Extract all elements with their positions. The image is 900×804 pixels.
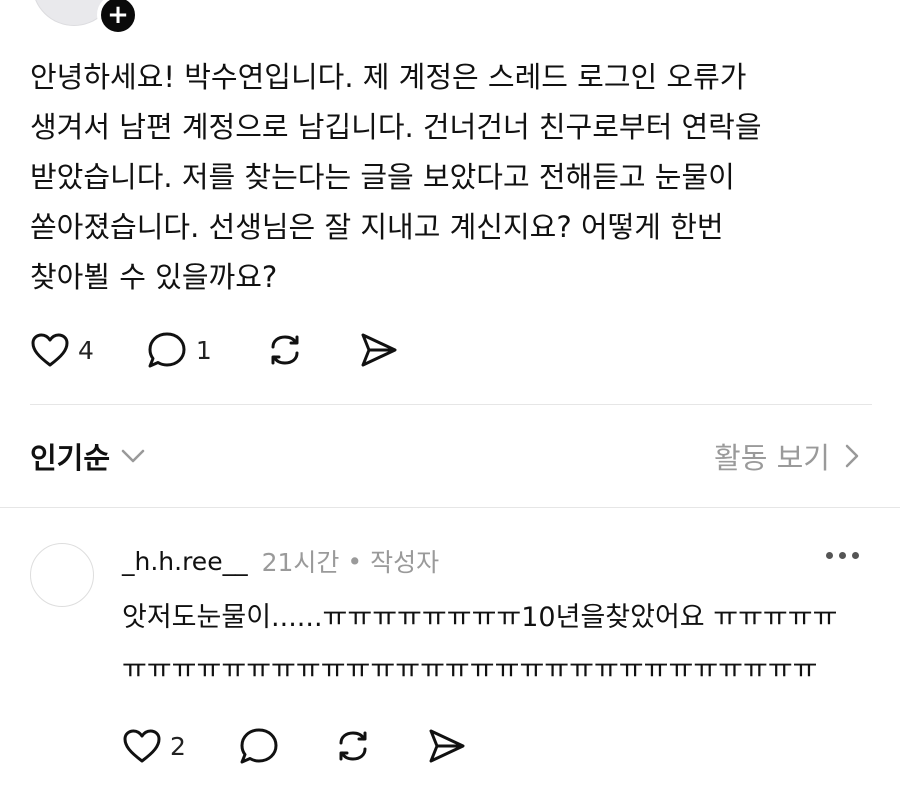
comment-like-button[interactable]: 2 [122, 728, 186, 764]
post-line: 안녕하세요! 박수연입니다. 제 계정은 스레드 로그인 오류가 [30, 60, 747, 94]
send-icon [429, 729, 465, 763]
repost-icon [271, 335, 299, 365]
divider [0, 507, 900, 508]
comment-actions: 2 [122, 726, 468, 766]
post-body: 안녕하세요! 박수연입니다. 제 계정은 스레드 로그인 오류가 생겨서 남편 … [30, 52, 860, 302]
comment-line: ㅠㅠㅠㅠㅠㅠㅠㅠㅠㅠㅠㅠㅠㅠㅠㅠㅠㅠㅠㅠㅠㅠㅠㅠㅠㅠㅠㅠ [122, 654, 818, 685]
like-count: 4 [78, 335, 94, 365]
comment-share-button[interactable] [426, 726, 468, 766]
author-badge: 작성자 [370, 548, 440, 577]
comment-body: 앗저도눈물이......ㅠㅠㅠㅠㅠㅠㅠㅠ10년을찾았어요 ㅠㅠㅠㅠㅠ ㅠㅠㅠㅠㅠ… [122, 592, 852, 696]
repost-icon [339, 731, 367, 761]
comment-username[interactable]: _h.h.ree__ [122, 547, 248, 576]
send-icon [361, 333, 397, 367]
heart-icon [123, 729, 161, 763]
speech-bubble-icon [240, 728, 278, 764]
like-button[interactable]: 4 [30, 332, 94, 368]
comment-avatar[interactable] [30, 543, 94, 607]
comment-like-count: 2 [170, 731, 186, 761]
repost-button[interactable] [264, 330, 306, 370]
separator-dot: • [347, 546, 363, 576]
follow-plus-icon[interactable]: + [97, 0, 139, 36]
sort-dropdown[interactable]: 인기순 [30, 435, 146, 477]
comment-repost-button[interactable] [332, 726, 374, 766]
speech-bubble-icon [148, 332, 186, 368]
post-actions: 4 1 [30, 330, 400, 370]
sort-row: 인기순 활동 보기 [30, 430, 860, 482]
post-line: 받았습니다. 저를 찾는다는 글을 보았다고 전해듣고 눈물이 [30, 160, 735, 194]
reply-button[interactable]: 1 [146, 330, 212, 370]
sort-label: 인기순 [30, 441, 111, 475]
more-options-icon[interactable] [826, 552, 859, 559]
share-button[interactable] [358, 330, 400, 370]
comment-line: 앗저도눈물이......ㅠㅠㅠㅠㅠㅠㅠㅠ10년을찾았어요 ㅠㅠㅠㅠㅠ [122, 602, 838, 633]
post-line: 쏟아졌습니다. 선생님은 잘 지내고 계신지요? 어떻게 한번 [30, 210, 724, 244]
chevron-right-icon [845, 444, 859, 468]
reply-count: 1 [195, 335, 212, 365]
heart-icon [31, 333, 69, 367]
view-activity-link[interactable]: 활동 보기 [714, 435, 860, 477]
view-activity-label: 활동 보기 [714, 441, 830, 475]
chevron-down-icon [121, 449, 145, 463]
divider [30, 404, 872, 405]
comment-reply-button[interactable] [238, 726, 280, 766]
post-line: 찾아뵐 수 있을까요? [30, 260, 278, 294]
comment-time: 21시간 [261, 548, 340, 577]
comment-header: _h.h.ree__ 21시간 • 작성자 [122, 543, 439, 579]
post-line: 생겨서 남편 계정으로 남깁니다. 건너건너 친구로부터 연락을 [30, 110, 762, 144]
